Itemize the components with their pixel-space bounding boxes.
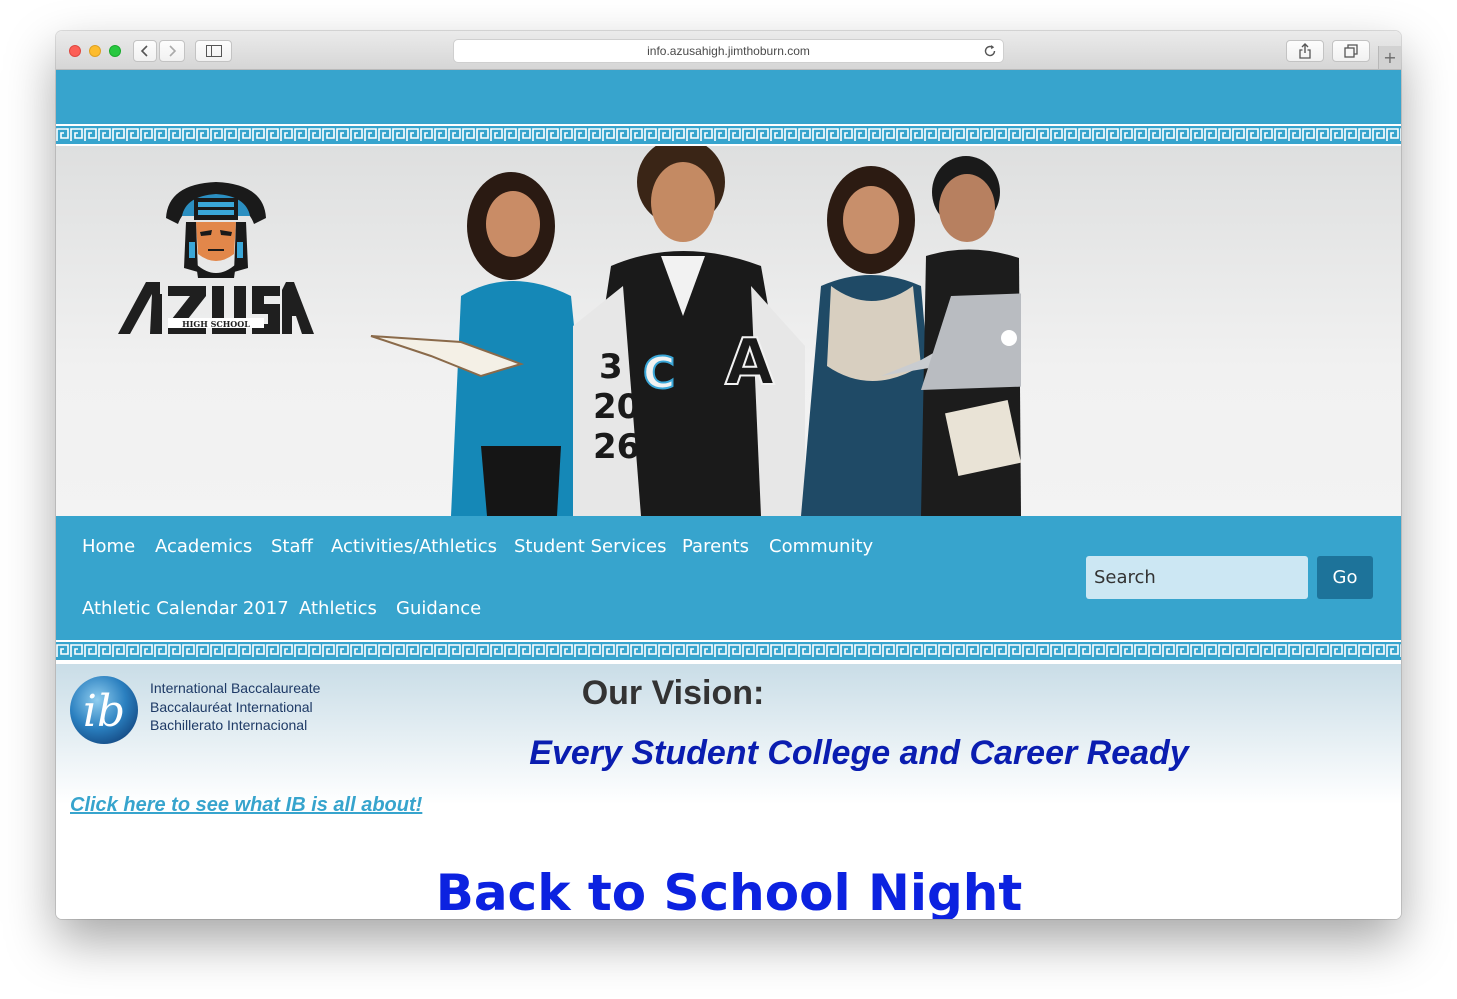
forward-button[interactable] [159,40,185,62]
share-icon [1299,43,1311,59]
new-tab-button[interactable]: + [1378,46,1401,69]
browser-window: info.azusahigh.jimthoburn.com + HIGH SCH… [56,31,1401,919]
back-button[interactable] [133,40,157,62]
close-window-button[interactable] [69,45,81,57]
reload-icon[interactable] [983,44,997,58]
ib-name-spanish: Bachillerato Internacional [150,717,308,733]
share-button[interactable] [1286,40,1324,62]
nav-student-services[interactable]: Student Services [514,536,666,557]
greek-key-border [56,124,1401,146]
greek-key-border [56,640,1401,662]
logo-subtitle: HIGH SCHOOL [182,319,250,329]
nav-parents[interactable]: Parents [682,536,749,557]
nav-guidance[interactable]: Guidance [396,598,481,619]
minimize-window-button[interactable] [89,45,101,57]
url-text: info.azusahigh.jimthoburn.com [647,44,810,58]
vision-title: Our Vision: [581,674,765,712]
nav-academics[interactable]: Academics [155,536,252,557]
student-figure: 3 20 26 C A [573,146,805,516]
vision-tagline: Every Student College and Career Ready [529,734,1189,772]
school-logo[interactable]: HIGH SCHOOL [116,182,316,338]
svg-text:A: A [725,326,775,400]
top-color-bar [56,70,1401,124]
students-photo: 3 20 26 C A [370,146,1021,516]
svg-text:C: C [643,348,675,399]
browser-toolbar: info.azusahigh.jimthoburn.com + [56,31,1401,70]
main-nav: Home Academics Staff Activities/Athletic… [56,516,1401,640]
search-input[interactable] [1086,556,1308,599]
nav-athletics[interactable]: Athletics [299,598,377,619]
address-bar[interactable]: info.azusahigh.jimthoburn.com [453,39,1004,63]
search-go-button[interactable]: Go [1317,556,1373,599]
main-content: ib International Baccalaureate Baccalaur… [56,664,1401,919]
nav-home[interactable]: Home [82,536,135,557]
nav-athletic-calendar[interactable]: Athletic Calendar 2017 [82,598,289,619]
ib-logo-icon[interactable]: ib [68,674,140,746]
svg-text:20: 20 [593,387,640,427]
sidebar-toggle-button[interactable] [195,40,232,62]
ib-info-link[interactable]: Click here to see what IB is all about! [70,794,422,817]
chevron-right-icon [169,45,177,57]
ib-name-english: International Baccalaureate [150,680,321,696]
web-page: HIGH SCHOOL 3 20 26 C A Home Academics S… [56,70,1401,919]
ib-name-french: Baccalauréat International [150,698,313,715]
svg-text:3: 3 [599,347,623,387]
svg-text:26: 26 [593,427,640,467]
svg-text:ib: ib [83,686,125,737]
student-figure [370,172,593,516]
tabs-overview-button[interactable] [1332,40,1370,62]
nav-activities-athletics[interactable]: Activities/Athletics [331,536,497,557]
tabs-icon [1344,44,1358,58]
aztec-warrior-icon [166,182,266,278]
plus-icon: + [1383,48,1397,67]
zoom-window-button[interactable] [109,45,121,57]
student-figure [801,166,941,516]
nav-community[interactable]: Community [769,536,873,557]
nav-staff[interactable]: Staff [271,536,313,557]
back-to-school-headline: Back to School Night [435,864,1023,919]
ib-names: International Baccalaureate Baccalauréat… [150,679,320,735]
hero-banner: HIGH SCHOOL 3 20 26 C A [56,146,1401,516]
sidebar-icon [205,45,222,57]
chevron-left-icon [140,45,148,57]
